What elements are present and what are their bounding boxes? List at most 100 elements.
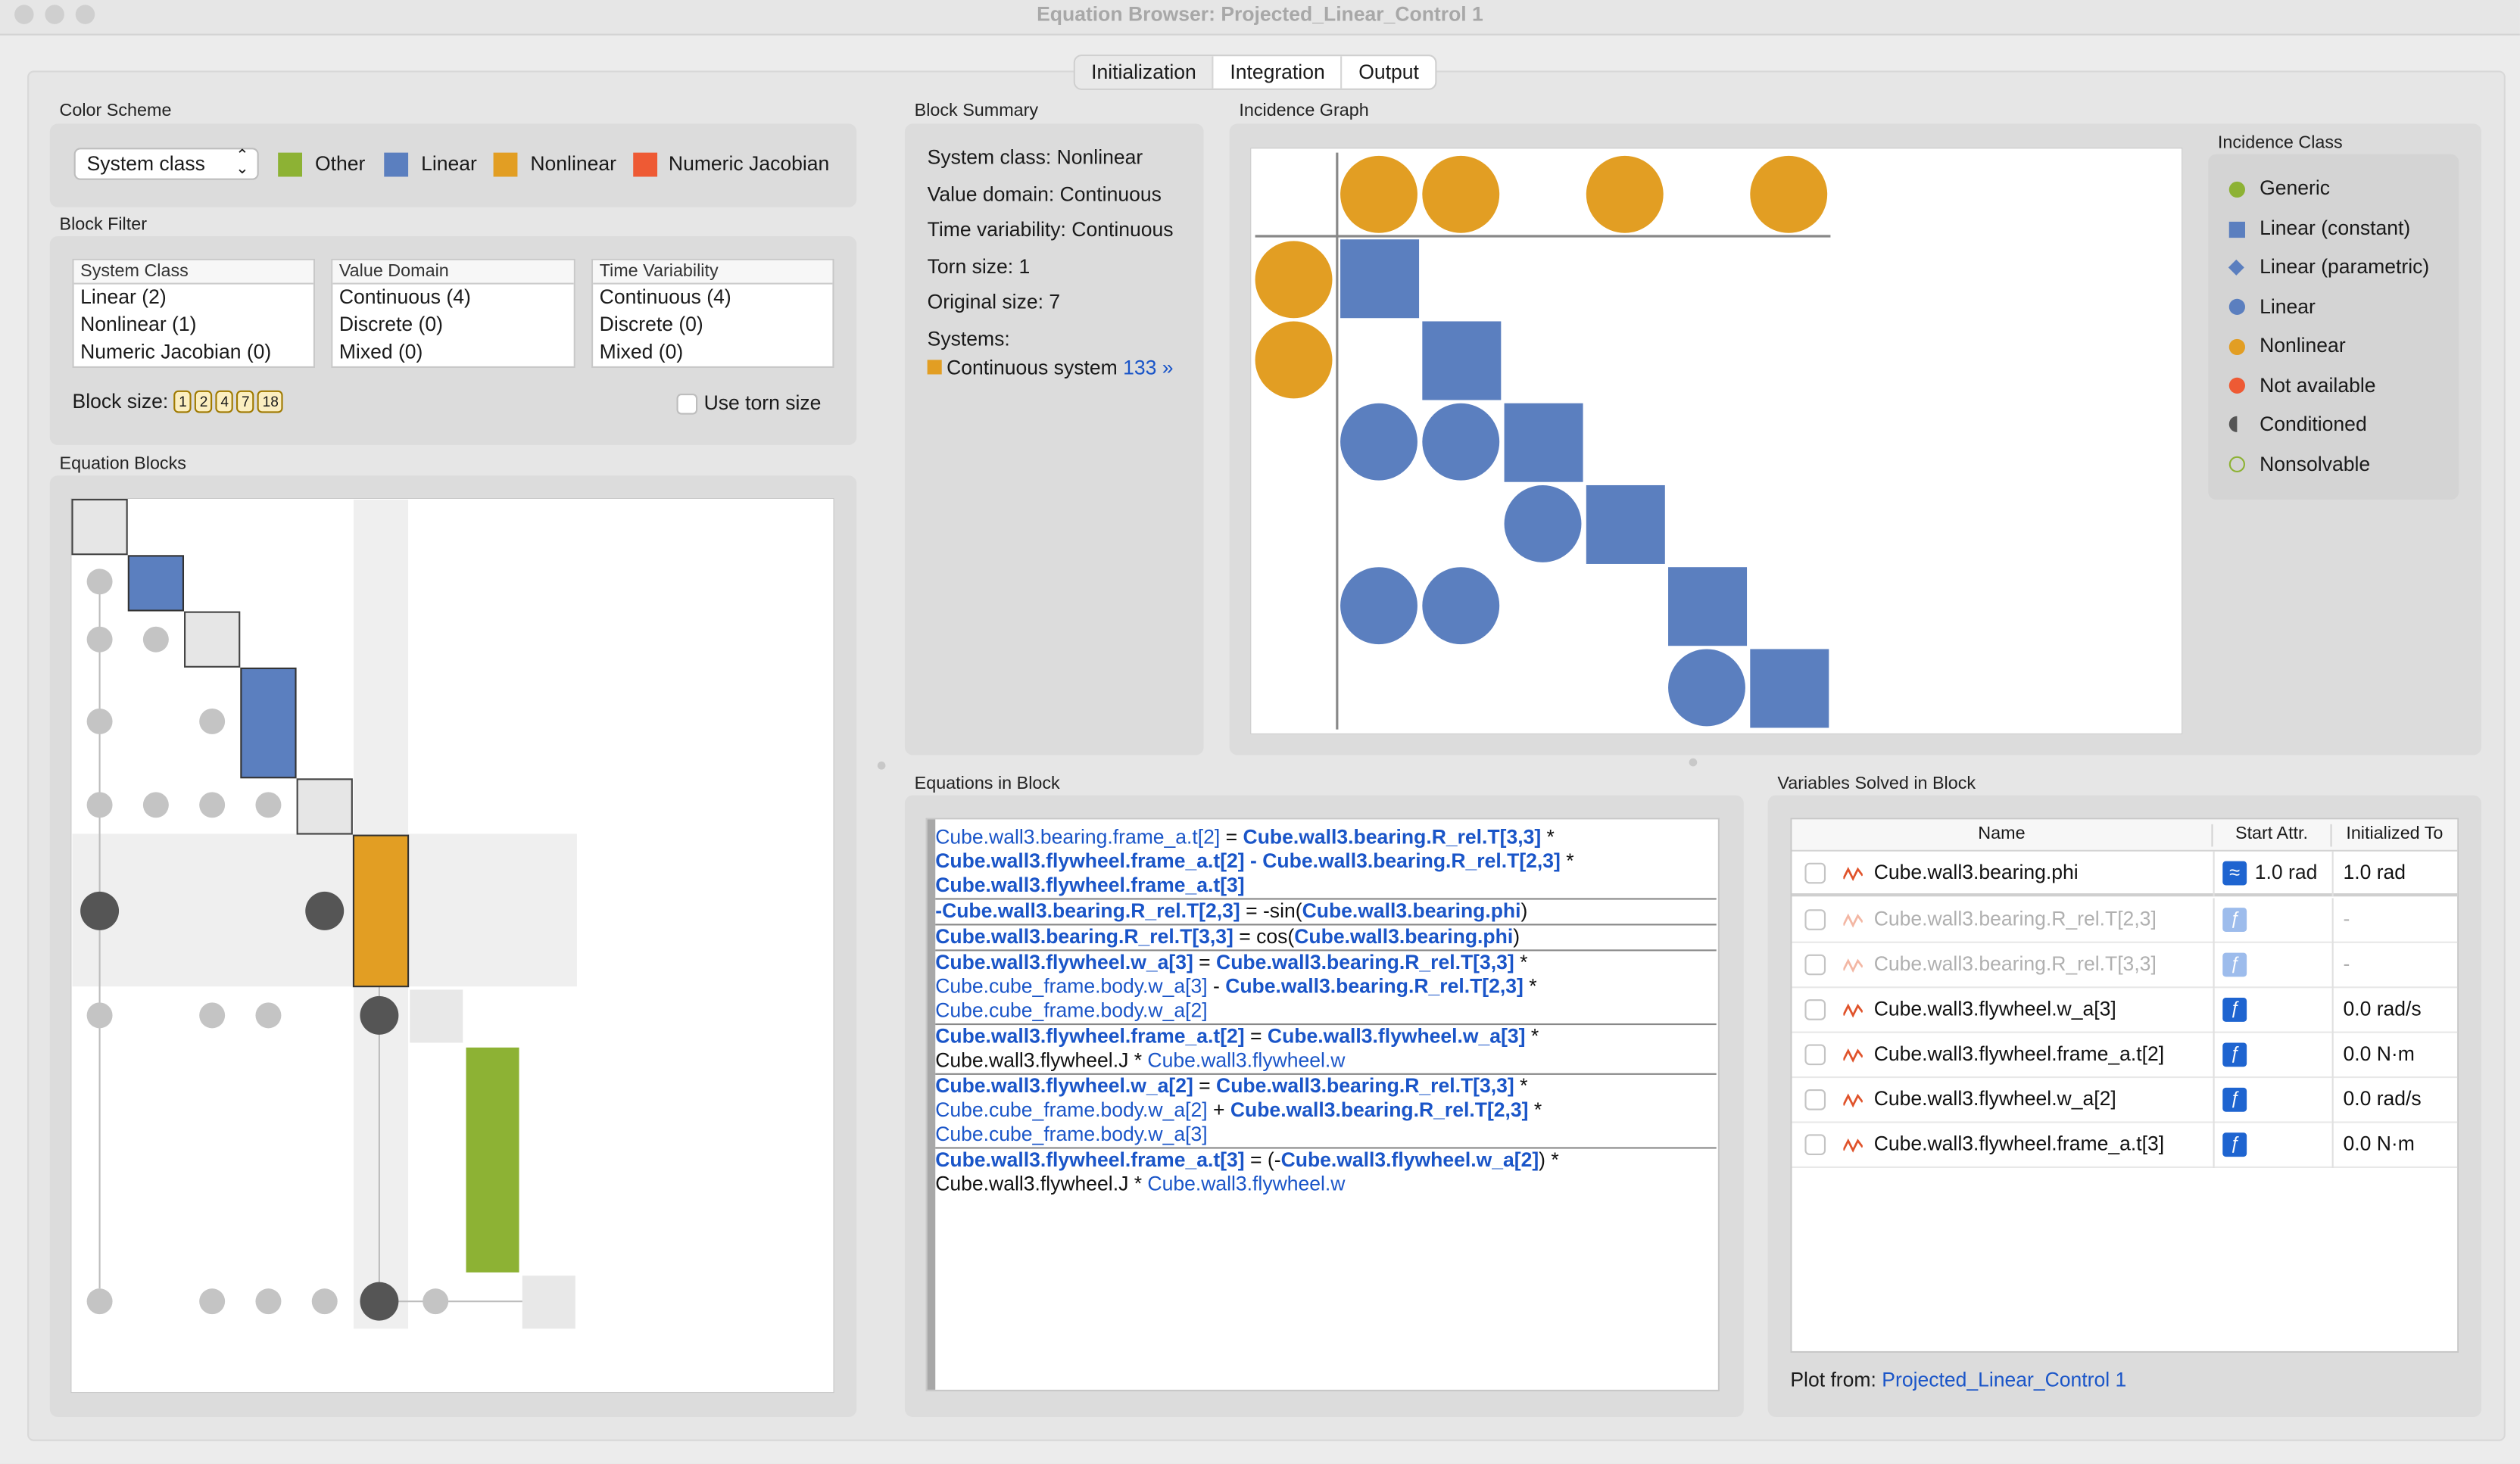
tab-initialization[interactable]: Initialization bbox=[1074, 56, 1215, 89]
row-checkbox[interactable] bbox=[1804, 1044, 1826, 1066]
block[interactable] bbox=[296, 778, 353, 835]
list-item[interactable]: Numeric Jacobian (0) bbox=[74, 339, 313, 366]
row-checkbox[interactable] bbox=[1804, 909, 1826, 930]
list-item[interactable]: Linear (2) bbox=[74, 285, 313, 312]
table-row[interactable]: Cube.wall3.bearing.R_rel.T[3,3] ƒ - bbox=[1792, 942, 2458, 989]
block-size-chip[interactable]: 1 bbox=[173, 390, 192, 413]
list-item[interactable]: Discrete (0) bbox=[332, 312, 573, 339]
variable-ref[interactable]: Cube.cube_frame.body.w_a[3] bbox=[935, 1123, 1207, 1146]
variable-ref-solved[interactable]: Cube.wall3.bearing.phi bbox=[1302, 900, 1521, 923]
variable-ref-solved[interactable]: Cube.wall3.bearing.R_rel.T[2,3] bbox=[1225, 975, 1524, 998]
equation-text: * bbox=[1128, 1048, 1148, 1072]
block[interactable] bbox=[410, 989, 463, 1043]
time-variability-list[interactable]: Time Variability Continuous (4) Discrete… bbox=[591, 258, 834, 369]
list-item[interactable]: Mixed (0) bbox=[332, 339, 573, 366]
table-row[interactable]: Cube.wall3.bearing.phi ≈1.0 rad 1.0 rad bbox=[1792, 851, 2458, 897]
variable-ref-solved[interactable]: Cube.wall3.flywheel.w_a[3] bbox=[935, 951, 1193, 973]
split-handle[interactable] bbox=[1689, 758, 1698, 767]
variable-ref-solved[interactable]: Cube.wall3.bearing.R_rel.T[2,3] bbox=[1262, 850, 1561, 873]
block[interactable] bbox=[240, 667, 297, 779]
block[interactable] bbox=[184, 611, 241, 668]
row-checkbox[interactable] bbox=[1804, 999, 1826, 1020]
variable-ref-solved[interactable]: Cube.wall3.flywheel.frame_a.t[3] bbox=[935, 874, 1244, 897]
equation[interactable]: Cube.wall3.flywheel.frame_a.t[2] = Cube.… bbox=[935, 1023, 1717, 1073]
incidence-graph-view[interactable] bbox=[1250, 148, 2183, 734]
split-handle[interactable] bbox=[877, 762, 886, 770]
variable-ref-solved[interactable]: Cube.wall3.flywheel.frame_a.t[3] bbox=[935, 1149, 1244, 1172]
equation-text: * bbox=[1528, 1098, 1542, 1122]
column-header-name[interactable]: Name bbox=[1792, 824, 2213, 847]
variable-ref-solved[interactable]: Cube.wall3.bearing.phi bbox=[1294, 926, 1513, 948]
equation[interactable]: Cube.wall3.flywheel.frame_a.t[3] = (-Cub… bbox=[935, 1147, 1717, 1197]
variable-ref-solved[interactable]: Cube.wall3.flywheel.frame_a.t[2] bbox=[935, 850, 1244, 873]
variable-ref[interactable]: Cube.wall3.flywheel.w bbox=[1147, 1173, 1345, 1195]
equation[interactable]: Cube.wall3.bearing.frame_a.t[2] = Cube.w… bbox=[935, 826, 1716, 899]
list-item[interactable]: Mixed (0) bbox=[593, 339, 832, 366]
block-selected[interactable] bbox=[352, 834, 410, 988]
variable-ref[interactable]: Cube.cube_frame.body.w_a[2] bbox=[935, 1099, 1207, 1122]
column-header-initialized[interactable]: Initialized To bbox=[2332, 824, 2458, 847]
legend-conditioned: Conditioned bbox=[2260, 413, 2367, 436]
list-item[interactable]: Discrete (0) bbox=[593, 312, 832, 339]
list-item[interactable]: Continuous (4) bbox=[593, 285, 832, 312]
variable-ref-solved[interactable]: Cube.wall3.flywheel.frame_a.t[2] bbox=[935, 1025, 1244, 1048]
equation-text: * bbox=[1514, 1074, 1528, 1098]
variable-ref[interactable]: Cube.wall3.bearing.frame_a.t[2] bbox=[935, 826, 1220, 849]
list-item[interactable]: Continuous (4) bbox=[332, 285, 573, 312]
equation[interactable]: -Cube.wall3.bearing.R_rel.T[2,3] = -sin(… bbox=[935, 898, 1717, 924]
variable-ref-solved[interactable]: Cube.wall3.bearing.R_rel.T[3,3] bbox=[935, 926, 1233, 948]
variable-ref[interactable]: Cube.cube_frame.body.w_a[2] bbox=[935, 999, 1207, 1022]
system-class-list[interactable]: System Class Linear (2) Nonlinear (1) Nu… bbox=[72, 258, 315, 369]
row-checkbox[interactable] bbox=[1804, 1089, 1826, 1110]
table-row[interactable]: Cube.wall3.flywheel.frame_a.t[3] ƒ 0.0 N·m bbox=[1792, 1123, 2458, 1168]
row-checkbox[interactable] bbox=[1804, 954, 1826, 976]
block-size-chip[interactable]: 7 bbox=[236, 390, 254, 413]
block-size-chip[interactable]: 18 bbox=[257, 390, 284, 413]
variable-ref-solved[interactable]: Cube.wall3.bearing.R_rel.T[2,3] bbox=[1230, 1099, 1529, 1122]
variable-ref-solved[interactable]: -Cube.wall3.bearing.R_rel.T[2,3] bbox=[935, 900, 1240, 923]
equation[interactable]: Cube.wall3.bearing.R_rel.T[3,3] = cos(Cu… bbox=[935, 924, 1717, 949]
block-size-chip[interactable]: 2 bbox=[195, 390, 213, 413]
variable-ref[interactable]: Cube.wall3.flywheel.w bbox=[1147, 1049, 1345, 1072]
signal-icon bbox=[1843, 1003, 1863, 1018]
block[interactable] bbox=[466, 1047, 519, 1272]
block[interactable] bbox=[522, 1276, 575, 1329]
equation-text: = cos( bbox=[1233, 925, 1295, 948]
variable-ref-solved[interactable]: Cube.wall3.flywheel.w_a[2] bbox=[935, 1075, 1193, 1098]
table-row[interactable]: Cube.wall3.flywheel.w_a[2] ƒ 0.0 rad/s bbox=[1792, 1078, 2458, 1123]
equations-view[interactable]: Cube.wall3.bearing.frame_a.t[2] = Cube.w… bbox=[925, 818, 1720, 1391]
list-item[interactable]: Nonlinear (1) bbox=[74, 312, 313, 339]
block-size-chip[interactable]: 4 bbox=[215, 390, 234, 413]
row-checkbox[interactable] bbox=[1804, 862, 1826, 884]
equation[interactable]: Cube.wall3.flywheel.w_a[2] = Cube.wall3.… bbox=[935, 1073, 1717, 1148]
tab-integration[interactable]: Integration bbox=[1214, 56, 1343, 89]
equation-line: Cube.wall3.flywheel.frame_a.t[3] = (-Cub… bbox=[935, 1149, 1716, 1173]
table-row[interactable]: Cube.wall3.flywheel.w_a[3] ƒ 0.0 rad/s bbox=[1792, 988, 2458, 1033]
variable-ref[interactable]: Cube.cube_frame.body.w_a[3] bbox=[935, 975, 1207, 998]
block[interactable] bbox=[127, 555, 185, 612]
value-domain-list[interactable]: Value Domain Continuous (4) Discrete (0)… bbox=[331, 258, 575, 369]
variable-ref-solved[interactable]: Cube.wall3.bearing.R_rel.T[3,3] bbox=[1243, 826, 1542, 849]
color-scheme-select[interactable]: System class ⌃ ⌄ bbox=[73, 148, 259, 180]
column-header-start[interactable]: Start Attr. bbox=[2213, 824, 2332, 847]
variable-name: Cube.wall3.bearing.R_rel.T[3,3] bbox=[1873, 952, 2157, 976]
function-start-icon: ƒ bbox=[2222, 908, 2247, 932]
row-checkbox[interactable] bbox=[1804, 1134, 1826, 1156]
tab-output[interactable]: Output bbox=[1343, 56, 1435, 88]
summary-systems-label: Systems: bbox=[927, 326, 1010, 350]
use-torn-size-checkbox[interactable] bbox=[676, 393, 698, 415]
signal-icon bbox=[1843, 1048, 1863, 1063]
system-link[interactable]: 133 » bbox=[1123, 357, 1173, 379]
variable-ref-solved[interactable]: Cube.wall3.bearing.R_rel.T[3,3] bbox=[1216, 951, 1514, 973]
table-row[interactable]: Cube.wall3.bearing.R_rel.T[2,3] ƒ - bbox=[1792, 898, 2458, 943]
block[interactable] bbox=[71, 499, 128, 556]
plot-from-link[interactable]: Projected_Linear_Control 1 bbox=[1882, 1369, 2126, 1391]
variable-ref-solved[interactable]: Cube.wall3.bearing.R_rel.T[3,3] bbox=[1216, 1075, 1514, 1098]
legend-linear-parametric: Linear (parametric) bbox=[2260, 255, 2430, 279]
table-row[interactable]: Cube.wall3.flywheel.frame_a.t[2] ƒ 0.0 N·m bbox=[1792, 1033, 2458, 1079]
variable-ref-solved[interactable]: Cube.wall3.flywheel.w_a[2] bbox=[1281, 1149, 1539, 1172]
equation-blocks-view[interactable] bbox=[70, 497, 834, 1394]
equation[interactable]: Cube.wall3.flywheel.w_a[3] = Cube.wall3.… bbox=[935, 949, 1717, 1023]
variable-ref-solved[interactable]: Cube.wall3.flywheel.w_a[3] bbox=[1268, 1025, 1526, 1048]
initialized-value: - bbox=[2343, 952, 2350, 976]
